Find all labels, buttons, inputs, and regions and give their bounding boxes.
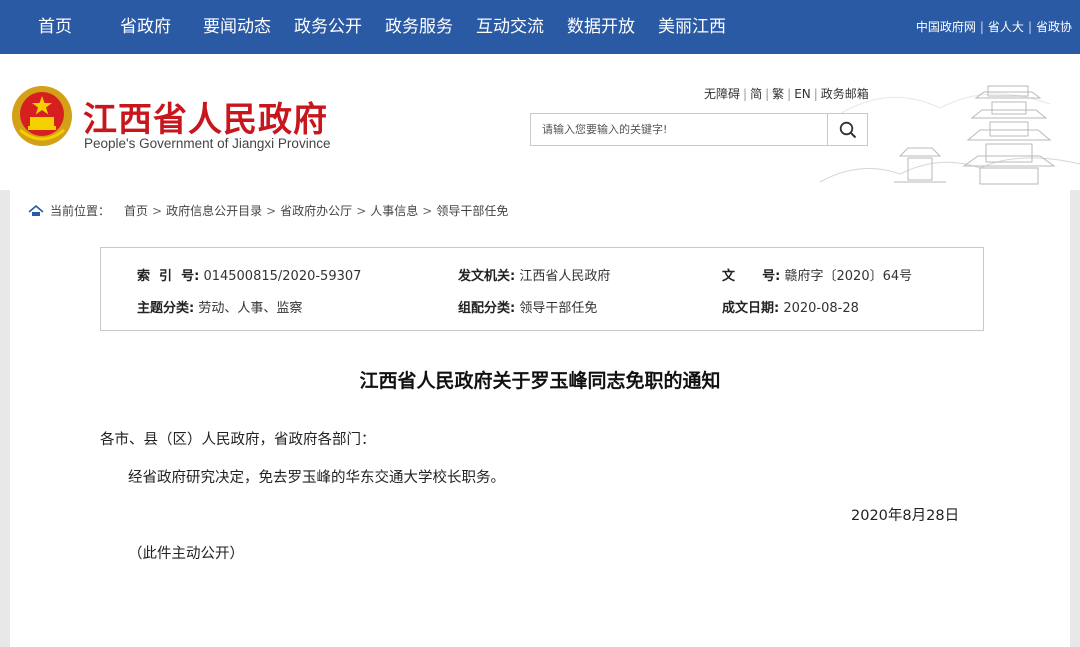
document-metadata-box: 索 引 号: 014500815/2020-59307 发文机关: 江西省人民政… bbox=[100, 247, 984, 331]
nav-item-news[interactable]: 要闻动态 bbox=[203, 0, 271, 54]
breadcrumb: 当前位置： 首页 > 政府信息公开目录 > 省政府办公厅 > 人事信息 > 领导… bbox=[28, 202, 508, 219]
meta-index-label: 索 引 号: bbox=[137, 269, 200, 284]
meta-topic-label: 主题分类: bbox=[137, 301, 195, 316]
meta-issuer: 发文机关: 江西省人民政府 bbox=[458, 265, 610, 284]
nav-item-open-data[interactable]: 数据开放 bbox=[567, 0, 635, 54]
document-title: 江西省人民政府关于罗玉峰同志免职的通知 bbox=[359, 370, 721, 392]
nav-item-home[interactable]: 首页 bbox=[38, 0, 72, 54]
nav-item-interaction[interactable]: 互动交流 bbox=[476, 0, 544, 54]
divider: | bbox=[813, 87, 818, 101]
meta-date: 成文日期: 2020-08-28 bbox=[722, 297, 859, 316]
meta-topic: 主题分类: 劳动、人事、监察 bbox=[137, 297, 302, 316]
utility-links: 无障碍 | 简 | 繁 | EN | 政务邮箱 bbox=[704, 85, 869, 102]
breadcrumb-separator: > bbox=[152, 203, 163, 218]
link-accessibility[interactable]: 无障碍 bbox=[704, 87, 740, 101]
meta-date-value: 2020-08-28 bbox=[783, 301, 859, 316]
divider: | bbox=[787, 87, 792, 101]
nav-item-beautiful-jiangxi[interactable]: 美丽江西 bbox=[658, 0, 726, 54]
document-disclosure-note: （此件主动公开） bbox=[128, 546, 244, 562]
link-english[interactable]: EN bbox=[794, 87, 811, 101]
meta-category-value: 领导干部任免 bbox=[519, 301, 598, 316]
search-button[interactable] bbox=[827, 114, 867, 145]
breadcrumb-lead: 当前位置： bbox=[50, 204, 111, 218]
national-emblem-icon bbox=[12, 86, 72, 146]
divider: | bbox=[1027, 20, 1032, 34]
link-traditional[interactable]: 繁 bbox=[772, 87, 784, 101]
search-icon bbox=[839, 121, 856, 138]
meta-index-number: 索 引 号: 014500815/2020-59307 bbox=[137, 265, 361, 284]
breadcrumb-separator: > bbox=[422, 203, 433, 218]
nav-item-government-services[interactable]: 政务服务 bbox=[385, 0, 453, 54]
breadcrumb-item-personnel[interactable]: 人事信息 bbox=[370, 202, 418, 219]
link-provincial-congress[interactable]: 省人大 bbox=[988, 20, 1024, 34]
top-navigation-bar: 首页 省政府 要闻动态 政务公开 政务服务 互动交流 数据开放 美丽江西 中国政… bbox=[0, 0, 1080, 54]
search-input[interactable] bbox=[531, 114, 827, 145]
breadcrumb-item-home[interactable]: 首页 bbox=[124, 202, 148, 219]
top-external-links: 中国政府网 | 省人大 | 省政协 bbox=[916, 0, 1072, 54]
meta-category: 组配分类: 领导干部任免 bbox=[458, 297, 597, 316]
search-box bbox=[530, 113, 868, 146]
meta-issuer-label: 发文机关: bbox=[458, 269, 516, 284]
meta-issuer-value: 江西省人民政府 bbox=[519, 269, 611, 284]
site-header: 江西省人民政府 People's Government of Jiangxi P… bbox=[0, 54, 1080, 190]
divider: | bbox=[979, 20, 984, 34]
meta-category-label: 组配分类: bbox=[458, 301, 516, 316]
link-gov-mailbox[interactable]: 政务邮箱 bbox=[821, 87, 869, 101]
breadcrumb-separator: > bbox=[356, 203, 367, 218]
meta-date-label: 成文日期: bbox=[722, 301, 780, 316]
document-date: 2020年8月28日 bbox=[851, 508, 960, 524]
site-subtitle: People's Government of Jiangxi Province bbox=[84, 136, 331, 151]
home-icon bbox=[28, 204, 44, 216]
document-body: 经省政府研究决定，免去罗玉峰的华东交通大学校长职务。 bbox=[128, 470, 505, 486]
main-content: 当前位置： 首页 > 政府信息公开目录 > 省政府办公厅 > 人事信息 > 领导… bbox=[10, 190, 1070, 647]
nav-item-province-government[interactable]: 省政府 bbox=[120, 0, 171, 54]
meta-docno-value: 赣府字〔2020〕64号 bbox=[784, 269, 913, 284]
divider: | bbox=[743, 87, 748, 101]
link-china-gov[interactable]: 中国政府网 bbox=[916, 20, 976, 34]
meta-docno-label: 文 号: bbox=[722, 269, 781, 284]
breadcrumb-item-appointments[interactable]: 领导干部任免 bbox=[436, 202, 508, 219]
breadcrumb-item-general-office[interactable]: 省政府办公厅 bbox=[280, 202, 352, 219]
divider: | bbox=[765, 87, 770, 101]
meta-topic-value: 劳动、人事、监察 bbox=[198, 301, 303, 316]
link-provincial-cppcc[interactable]: 省政协 bbox=[1036, 20, 1072, 34]
breadcrumb-separator: > bbox=[266, 203, 277, 218]
meta-document-number: 文 号: 赣府字〔2020〕64号 bbox=[722, 265, 912, 284]
meta-index-value: 014500815/2020-59307 bbox=[203, 269, 362, 284]
nav-item-government-affairs-open[interactable]: 政务公开 bbox=[294, 0, 362, 54]
site-title[interactable]: 江西省人民政府 bbox=[83, 92, 328, 141]
link-simplified[interactable]: 简 bbox=[750, 87, 762, 101]
document-salutation: 各市、县（区）人民政府，省政府各部门： bbox=[100, 432, 376, 448]
breadcrumb-item-disclosure-catalog[interactable]: 政府信息公开目录 bbox=[166, 202, 262, 219]
